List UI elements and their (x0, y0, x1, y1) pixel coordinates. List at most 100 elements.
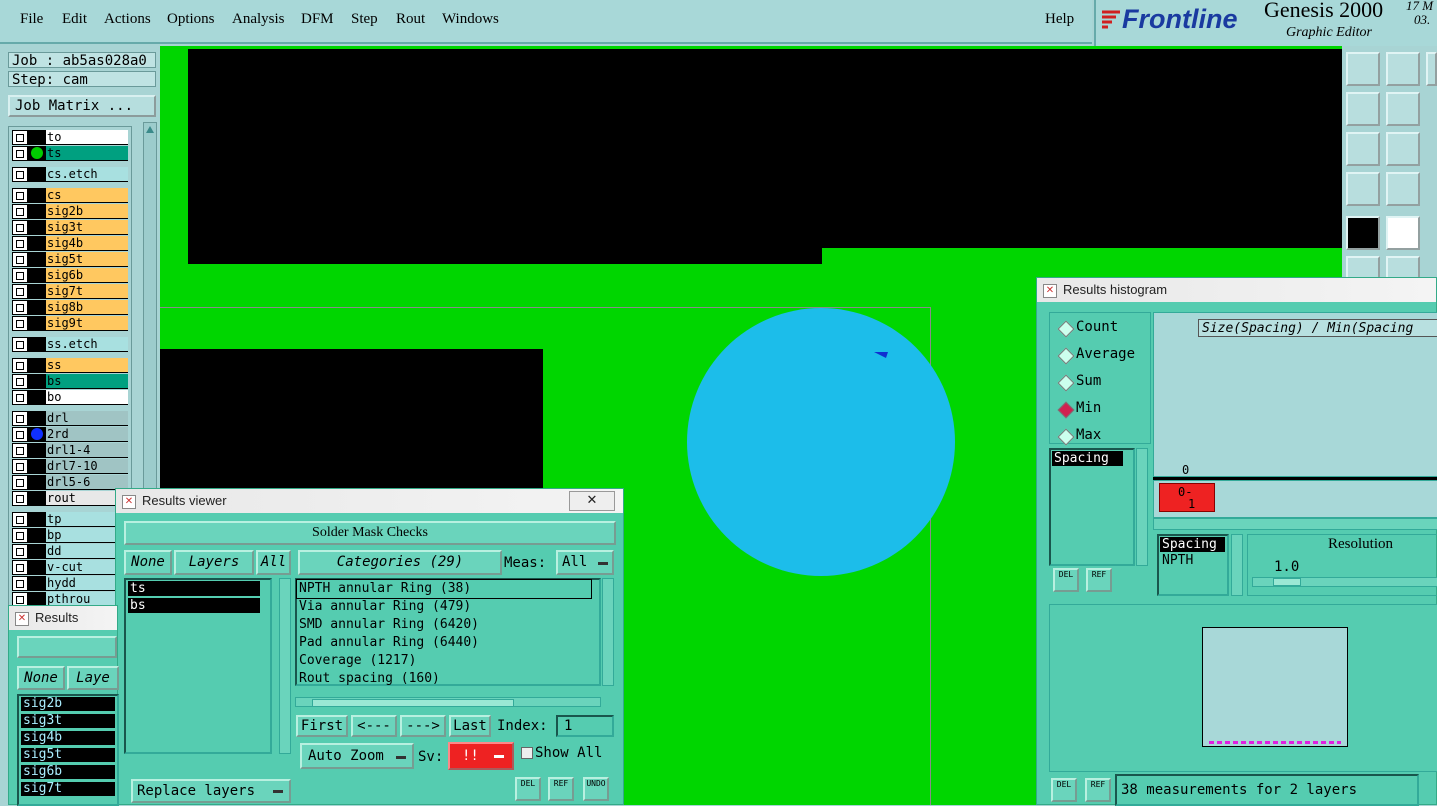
histogram-list-scrollbar[interactable] (1136, 448, 1148, 566)
layer-name[interactable]: ss.etch (46, 337, 128, 352)
undo-button[interactable]: UNDO (583, 777, 609, 801)
layer-checkbox[interactable] (12, 146, 28, 161)
category-item[interactable]: Coverage (1217) (297, 652, 591, 670)
show-all-checkbox[interactable] (521, 747, 533, 759)
layer-name[interactable]: sig6b (46, 268, 128, 283)
layer-name[interactable]: drl7-10 (46, 459, 128, 474)
menu-step[interactable]: Step (351, 11, 378, 28)
layer-row[interactable]: ts (12, 146, 128, 161)
layer-checkbox[interactable] (12, 268, 28, 283)
layer-row[interactable]: tp (12, 512, 128, 527)
close-icon[interactable]: ✕ (569, 491, 615, 511)
pan-up-icon[interactable] (1346, 52, 1380, 86)
layer-checkbox[interactable] (12, 427, 28, 442)
category-item[interactable]: SMD annular Ring (6420) (297, 616, 591, 634)
histogram-list-item[interactable]: Spacing (1052, 451, 1123, 466)
layer-row[interactable]: sig3t (12, 220, 128, 235)
result-layer-item-2[interactable]: sig3t (21, 714, 115, 728)
layer-name[interactable]: ts (46, 146, 128, 161)
layer-checkbox[interactable] (12, 188, 28, 203)
layer-checkbox[interactable] (12, 512, 28, 527)
layer-checkbox[interactable] (12, 252, 28, 267)
layer-checkbox[interactable] (12, 316, 28, 331)
layer-name[interactable]: ss (46, 358, 128, 373)
histogram-ref-button[interactable]: REF (1086, 568, 1112, 592)
layer-row[interactable]: rout (12, 491, 128, 506)
category-item[interactable]: NPTH annular Ring (38) (296, 579, 592, 599)
menu-edit[interactable]: Edit (62, 11, 87, 28)
index-input[interactable]: 1 (556, 715, 614, 737)
layer-name[interactable]: drl1-4 (46, 443, 128, 458)
layers-button[interactable]: Layers (174, 550, 254, 575)
scroll-up-icon[interactable] (145, 124, 155, 134)
result-layer-item-2[interactable]: sig7t (21, 782, 115, 796)
result-layer-item-2[interactable]: sig5t (21, 748, 115, 762)
result-layer-item-2[interactable]: sig6b (21, 765, 115, 779)
layer-checkbox[interactable] (12, 300, 28, 315)
layer-row[interactable]: v-cut (12, 560, 128, 575)
layer-checkbox[interactable] (12, 167, 28, 182)
measure-icon[interactable] (1386, 172, 1420, 206)
radio-icon[interactable] (1057, 374, 1075, 392)
result-layer-item[interactable]: ts (128, 581, 260, 596)
npth-pad-circle[interactable] (687, 308, 955, 576)
layer-result-list-2[interactable]: sig2b sig3t sig4b sig5t sig6b sig7t (17, 694, 119, 806)
layer-checkbox[interactable] (12, 491, 28, 506)
all-button[interactable]: All (256, 550, 291, 575)
job-matrix-button[interactable]: Job Matrix ... (8, 95, 156, 117)
spacing-type-item[interactable]: Spacing (1160, 537, 1225, 552)
del-button[interactable]: DEL (515, 777, 541, 801)
histogram-bar[interactable]: 0- 1 (1159, 483, 1215, 512)
hscroll-thumb[interactable] (312, 699, 514, 707)
layer-checkbox[interactable] (12, 443, 28, 458)
layer-checkbox[interactable] (12, 358, 28, 373)
radio-icon[interactable] (1057, 401, 1075, 419)
preview-box[interactable] (1202, 627, 1348, 747)
layer-result-list[interactable]: ts bs (124, 578, 272, 754)
layer-row[interactable]: ss (12, 358, 128, 373)
menu-windows[interactable]: Windows (442, 11, 499, 28)
spacing-type-scrollbar[interactable] (1231, 534, 1243, 596)
next-button[interactable]: ---> (400, 715, 446, 737)
layer-name[interactable]: sig5t (46, 252, 128, 267)
layer-checkbox[interactable] (12, 130, 28, 145)
layer-name[interactable]: sig8b (46, 300, 128, 315)
solder-mask-checks-header[interactable]: Solder Mask Checks (124, 521, 616, 545)
layer-row[interactable]: cs (12, 188, 128, 203)
result-layer-item-2[interactable]: sig4b (21, 731, 115, 745)
layer-name[interactable]: bs (46, 374, 128, 389)
layer-name[interactable]: cs.etch (46, 167, 128, 182)
layer-row[interactable]: sig4b (12, 236, 128, 251)
pan-down-icon[interactable] (1386, 52, 1420, 86)
results-viewer-2-header[interactable] (17, 636, 117, 658)
layer-checkbox[interactable] (12, 284, 28, 299)
layer-name[interactable]: sig2b (46, 204, 128, 219)
layer-checkbox[interactable] (12, 220, 28, 235)
radio-icon[interactable] (1057, 428, 1075, 446)
histogram-chart[interactable]: Size(Spacing) / Min(Spacing 0 (1153, 312, 1437, 477)
layer-checkbox[interactable] (12, 236, 28, 251)
layer-list-scrollbar[interactable] (143, 122, 157, 502)
layer-name[interactable]: to (46, 130, 128, 145)
layer-checkbox[interactable] (12, 475, 28, 490)
category-hscrollbar[interactable] (295, 697, 601, 707)
layer-row[interactable]: hydd (12, 576, 128, 591)
menu-actions[interactable]: Actions (104, 11, 151, 28)
severity-dropdown[interactable]: !! (448, 742, 514, 770)
category-item[interactable]: Pad annular Ring (6440) (297, 634, 591, 652)
layers-button-2[interactable]: Laye (67, 666, 119, 690)
prev-button[interactable]: <--- (351, 715, 397, 737)
zoom-fit-icon[interactable] (1346, 132, 1380, 166)
replace-layers-dropdown[interactable]: Replace layers (131, 779, 291, 803)
first-button[interactable]: First (296, 715, 348, 737)
layer-row[interactable]: drl7-10 (12, 459, 128, 474)
layer-result-scrollbar[interactable] (279, 578, 291, 754)
menu-dfm[interactable]: DFM (301, 11, 334, 28)
spacing-type-item[interactable]: NPTH (1160, 553, 1225, 568)
tools-icon[interactable] (1346, 172, 1380, 206)
layer-row[interactable]: drl5-6 (12, 475, 128, 490)
layer-name[interactable]: sig7t (46, 284, 128, 299)
layer-row[interactable]: sig6b (12, 268, 128, 283)
layer-row[interactable]: cs.etch (12, 167, 128, 182)
layer-row[interactable]: drl1-4 (12, 443, 128, 458)
